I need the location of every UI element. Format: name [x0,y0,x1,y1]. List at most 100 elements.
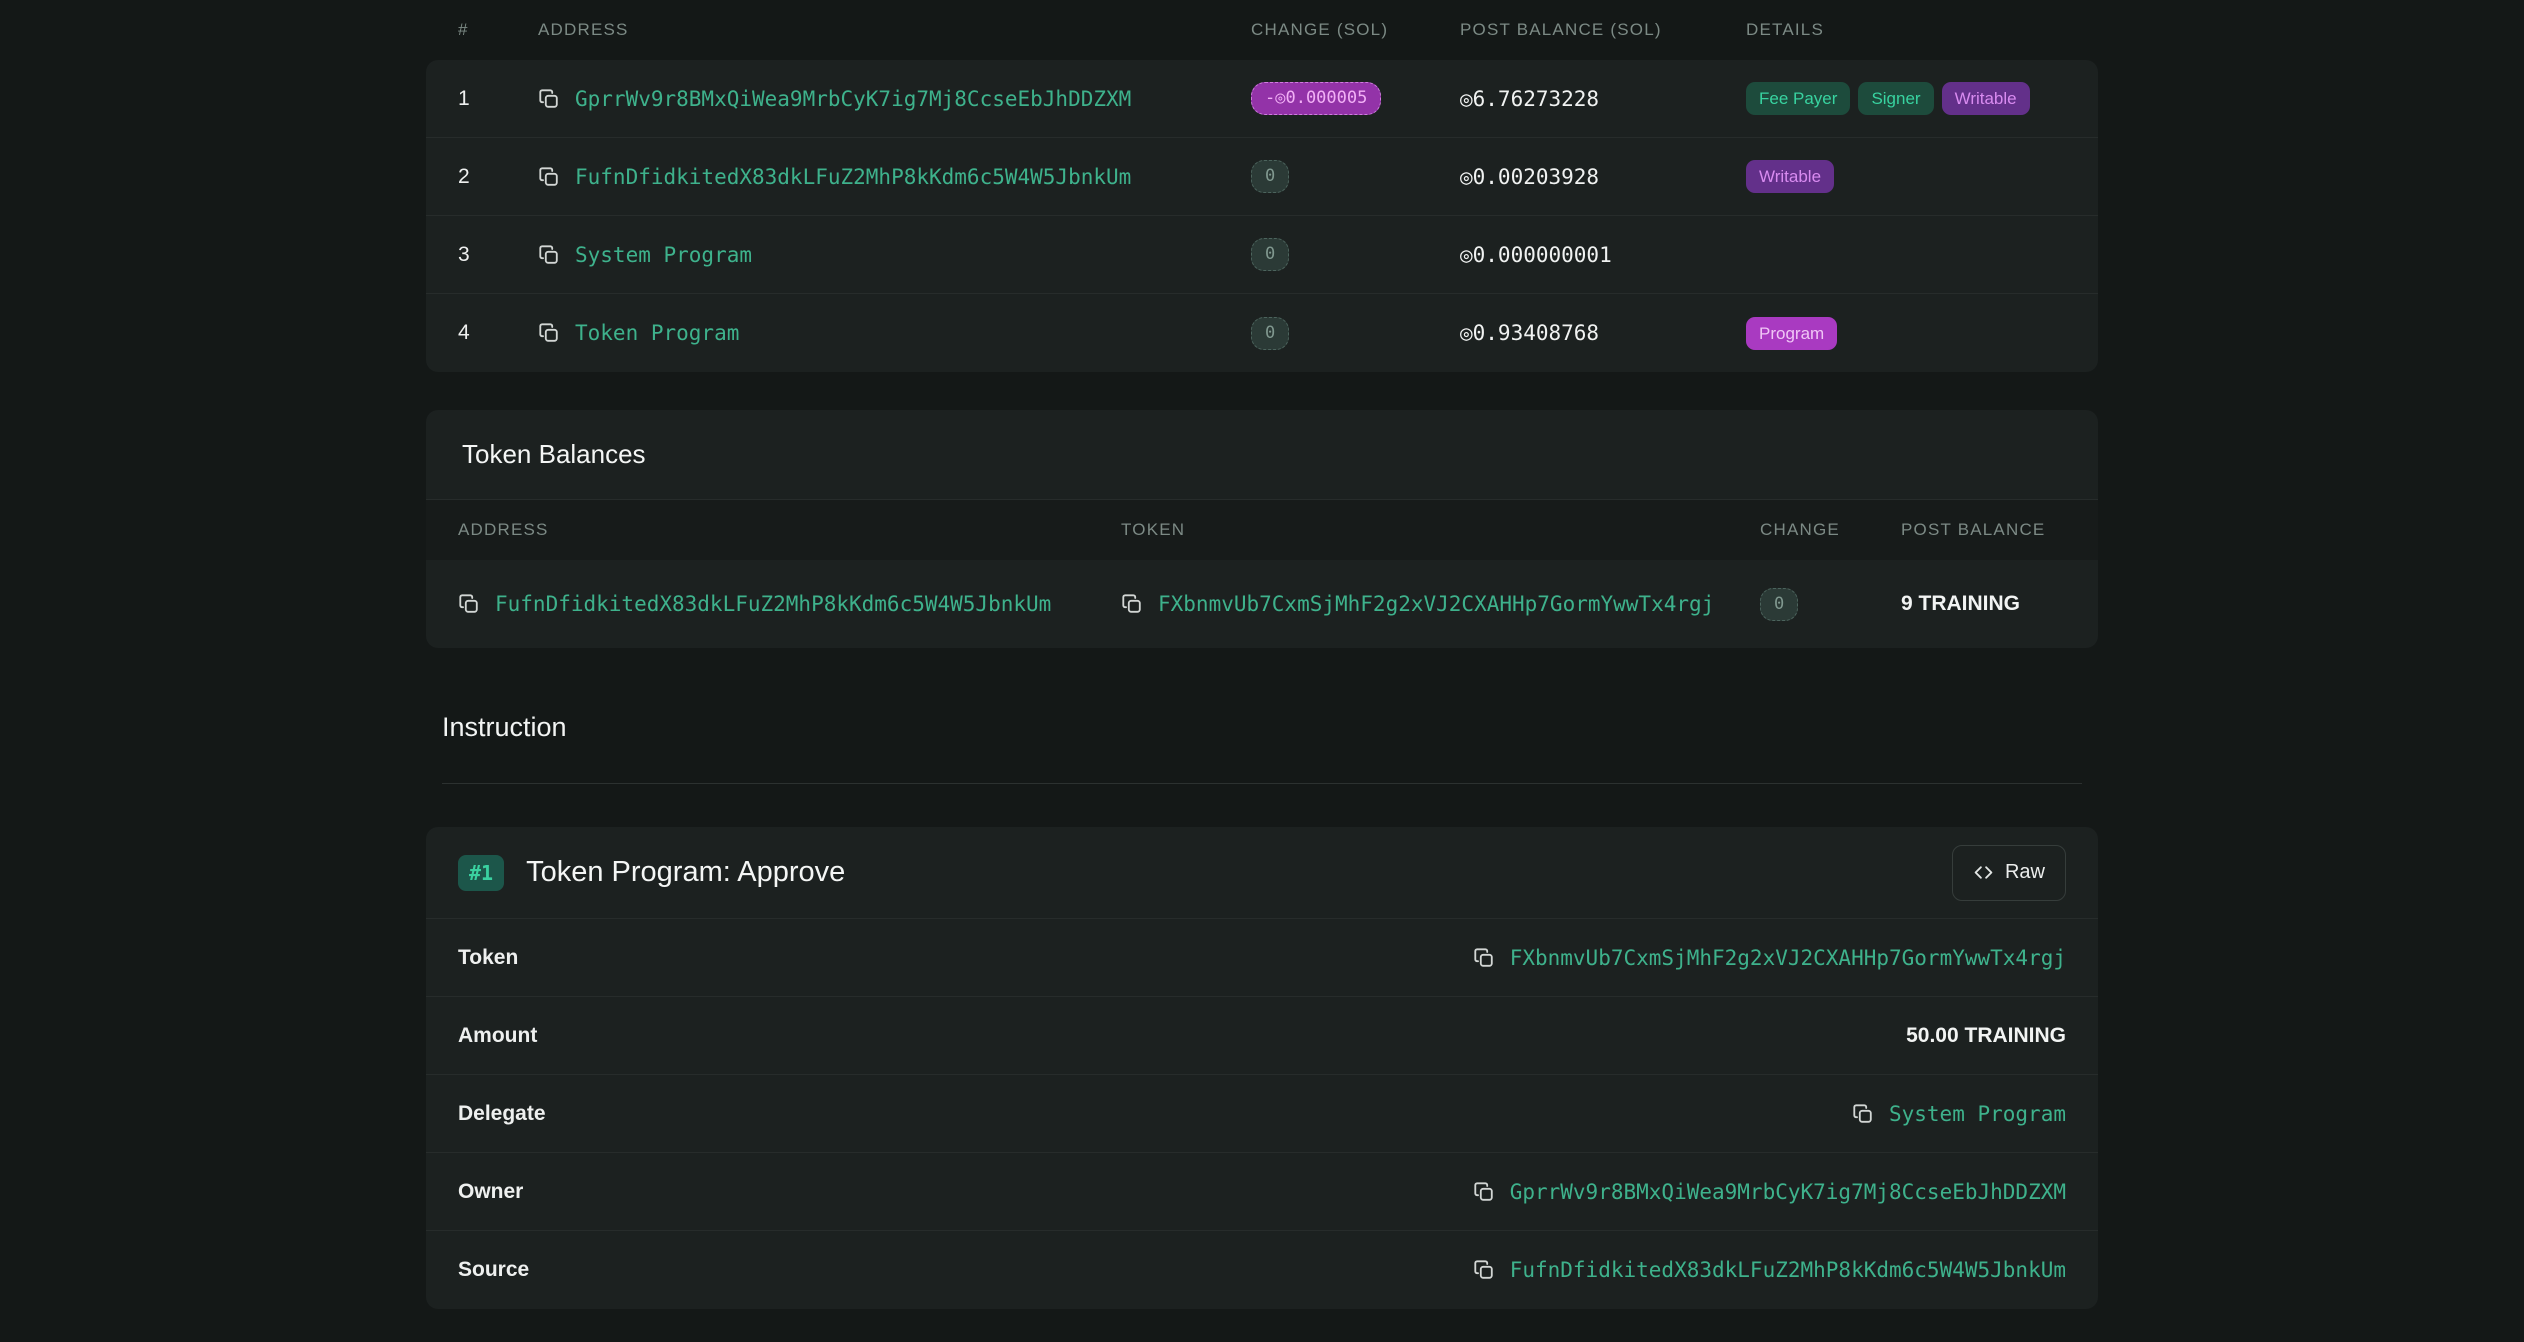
section-divider [442,783,2082,784]
instruction-row-value: FXbnmvUb7CxmSjMhF2g2xVJ2CXAHHp7GormYwwTx… [1473,946,2066,970]
column-header-index: # [458,20,469,39]
copy-icon[interactable] [1473,1181,1495,1203]
column-header-change: CHANGE (SOL) [1251,20,1389,39]
column-header-address: ADDRESS [538,20,629,39]
account-rows: 1 GprrWv9r8BMxQiWea9MrbCyK7ig7Mj8CcseEbJh… [426,60,2098,372]
address-link[interactable]: GprrWv9r8BMxQiWea9MrbCyK7ig7Mj8CcseEbJhD… [575,87,1131,111]
post-balance-value: ◎0.00203928 [1460,164,1600,189]
instruction-row-label: Token [458,945,519,969]
instruction-row: Token FXbnmvUb7CxmSjMhF2g2xVJ2CXAHHp7Gorm… [426,919,2098,997]
table-row: 2 FufnDfidkitedX83dkLFuZ2MhP8kKdm6c5W4W5J… [426,138,2098,216]
post-balance-value: ◎6.76273228 [1460,86,1600,111]
instruction-card: #1 Token Program: Approve Raw Token FXbnm… [426,827,2098,1309]
instruction-row-label: Delegate [458,1101,546,1125]
copy-icon[interactable] [1473,1259,1495,1281]
token-balances-card: Token Balances ADDRESS TOKEN CHANGE POST… [426,410,2098,648]
change-cell: -◎0.000005 [1251,82,1460,115]
details-cell: Fee Payer Signer Writable [1746,82,2066,115]
address-link[interactable]: System Program [575,243,752,267]
copy-icon[interactable] [538,88,560,110]
details-cell: Program [1746,316,2066,350]
copy-icon[interactable] [1852,1103,1874,1125]
instruction-row-text: 50.00 TRAINING [1906,1023,2066,1047]
post-balance-value: 9 TRAINING [1901,592,2021,615]
change-cell: 0 [1760,587,1901,621]
column-header-details: DETAILS [1746,20,1824,39]
detail-badge: Writable [1941,82,2030,115]
address-link[interactable]: FufnDfidkitedX83dkLFuZ2MhP8kKdm6c5W4W5Jb… [495,592,1051,616]
column-header-change: CHANGE [1760,520,1840,539]
address-cell: System Program [538,243,1251,267]
change-badge: 0 [1251,160,1290,193]
instruction-index-badge: #1 [458,854,505,891]
change-badge: 0 [1251,316,1290,350]
instruction-row-label: Owner [458,1179,524,1203]
address-link[interactable]: FXbnmvUb7CxmSjMhF2g2xVJ2CXAHHp7GormYwwTx… [1158,592,1714,616]
raw-toggle-button[interactable]: Raw [1951,844,2066,901]
instruction-card-header: #1 Token Program: Approve Raw [426,827,2098,919]
change-cell: 0 [1251,238,1460,271]
instruction-row: Amount 50.00 TRAINING [426,997,2098,1075]
details-cell: Writable [1746,160,2066,193]
copy-icon[interactable] [538,244,560,266]
address-cell: Token Program [538,321,1251,345]
copy-icon[interactable] [1473,947,1495,969]
row-index: 3 [458,242,470,266]
instruction-row-value: System Program [1852,1102,2066,1126]
address-link[interactable]: FufnDfidkitedX83dkLFuZ2MhP8kKdm6c5W4W5Jb… [1510,1258,2066,1282]
column-header-post-balance: POST BALANCE (SOL) [1460,20,1662,39]
token-balance-rows: FufnDfidkitedX83dkLFuZ2MhP8kKdm6c5W4W5Jb… [426,560,2098,648]
address-cell: GprrWv9r8BMxQiWea9MrbCyK7ig7Mj8CcseEbJhD… [538,87,1251,111]
post-balance-value: ◎0.000000001 [1460,242,1612,267]
instruction-row-value: GprrWv9r8BMxQiWea9MrbCyK7ig7Mj8CcseEbJhD… [1473,1180,2066,1204]
post-balance-value: ◎0.93408768 [1460,321,1600,345]
token-balances-title: Token Balances [426,410,2098,500]
row-index: 1 [458,86,470,110]
change-cell: 0 [1251,160,1460,193]
change-badge: -◎0.000005 [1251,82,1382,115]
instruction-row: Delegate System Program [426,1075,2098,1153]
change-badge: 0 [1251,238,1290,271]
row-index: 4 [458,321,470,344]
address-link[interactable]: FufnDfidkitedX83dkLFuZ2MhP8kKdm6c5W4W5Jb… [575,165,1131,189]
token-cell: FXbnmvUb7CxmSjMhF2g2xVJ2CXAHHp7GormYwwTx… [1121,592,1760,616]
detail-badge: Fee Payer [1746,82,1851,115]
instruction-section-title: Instruction [442,712,567,742]
token-balances-header: ADDRESS TOKEN CHANGE POST BALANCE [426,500,2098,560]
instruction-row: Source FufnDfidkitedX83dkLFuZ2MhP8kKdm6c5… [426,1231,2098,1309]
table-row: FufnDfidkitedX83dkLFuZ2MhP8kKdm6c5W4W5Jb… [426,560,2098,648]
copy-icon[interactable] [538,322,560,344]
instruction-row-label: Source [458,1258,530,1281]
column-header-address: ADDRESS [458,520,549,539]
instruction-row-label: Amount [458,1023,538,1047]
account-table-header: # ADDRESS CHANGE (SOL) POST BALANCE (SOL… [426,0,2098,60]
address-cell: FufnDfidkitedX83dkLFuZ2MhP8kKdm6c5W4W5Jb… [538,165,1251,189]
instruction-rows: Token FXbnmvUb7CxmSjMhF2g2xVJ2CXAHHp7Gorm… [426,919,2098,1309]
main-content: # ADDRESS CHANGE (SOL) POST BALANCE (SOL… [426,0,2098,1309]
copy-icon[interactable] [538,166,560,188]
column-header-token: TOKEN [1121,520,1186,539]
account-inputs-table: # ADDRESS CHANGE (SOL) POST BALANCE (SOL… [426,0,2098,372]
table-row: 1 GprrWv9r8BMxQiWea9MrbCyK7ig7Mj8CcseEbJh… [426,60,2098,138]
instruction-row: Owner GprrWv9r8BMxQiWea9MrbCyK7ig7Mj8Ccse… [426,1153,2098,1231]
change-badge: 0 [1760,587,1799,621]
change-cell: 0 [1251,316,1460,350]
raw-button-label: Raw [2004,861,2045,883]
instruction-row-value: FufnDfidkitedX83dkLFuZ2MhP8kKdm6c5W4W5Jb… [1473,1258,2066,1282]
address-link[interactable]: GprrWv9r8BMxQiWea9MrbCyK7ig7Mj8CcseEbJhD… [1510,1180,2066,1204]
detail-badge: Program [1746,316,1838,350]
address-link[interactable]: System Program [1889,1102,2066,1126]
table-row: 3 System Program 0 ◎0.000000001 [426,216,2098,294]
address-link[interactable]: Token Program [575,321,739,345]
detail-badge: Writable [1746,160,1835,193]
copy-icon[interactable] [1121,593,1143,615]
address-cell: FufnDfidkitedX83dkLFuZ2MhP8kKdm6c5W4W5Jb… [458,592,1121,616]
table-row: 4 Token Program 0 ◎0.93408768 Program [426,294,2098,372]
instruction-title: Token Program: Approve [526,856,846,888]
copy-icon[interactable] [458,593,480,615]
row-index: 2 [458,164,470,188]
detail-badge: Signer [1858,82,1934,115]
instruction-row-value: 50.00 TRAINING [1906,1024,2066,1048]
column-header-post-balance: POST BALANCE [1901,520,2046,539]
address-link[interactable]: FXbnmvUb7CxmSjMhF2g2xVJ2CXAHHp7GormYwwTx… [1510,946,2066,970]
